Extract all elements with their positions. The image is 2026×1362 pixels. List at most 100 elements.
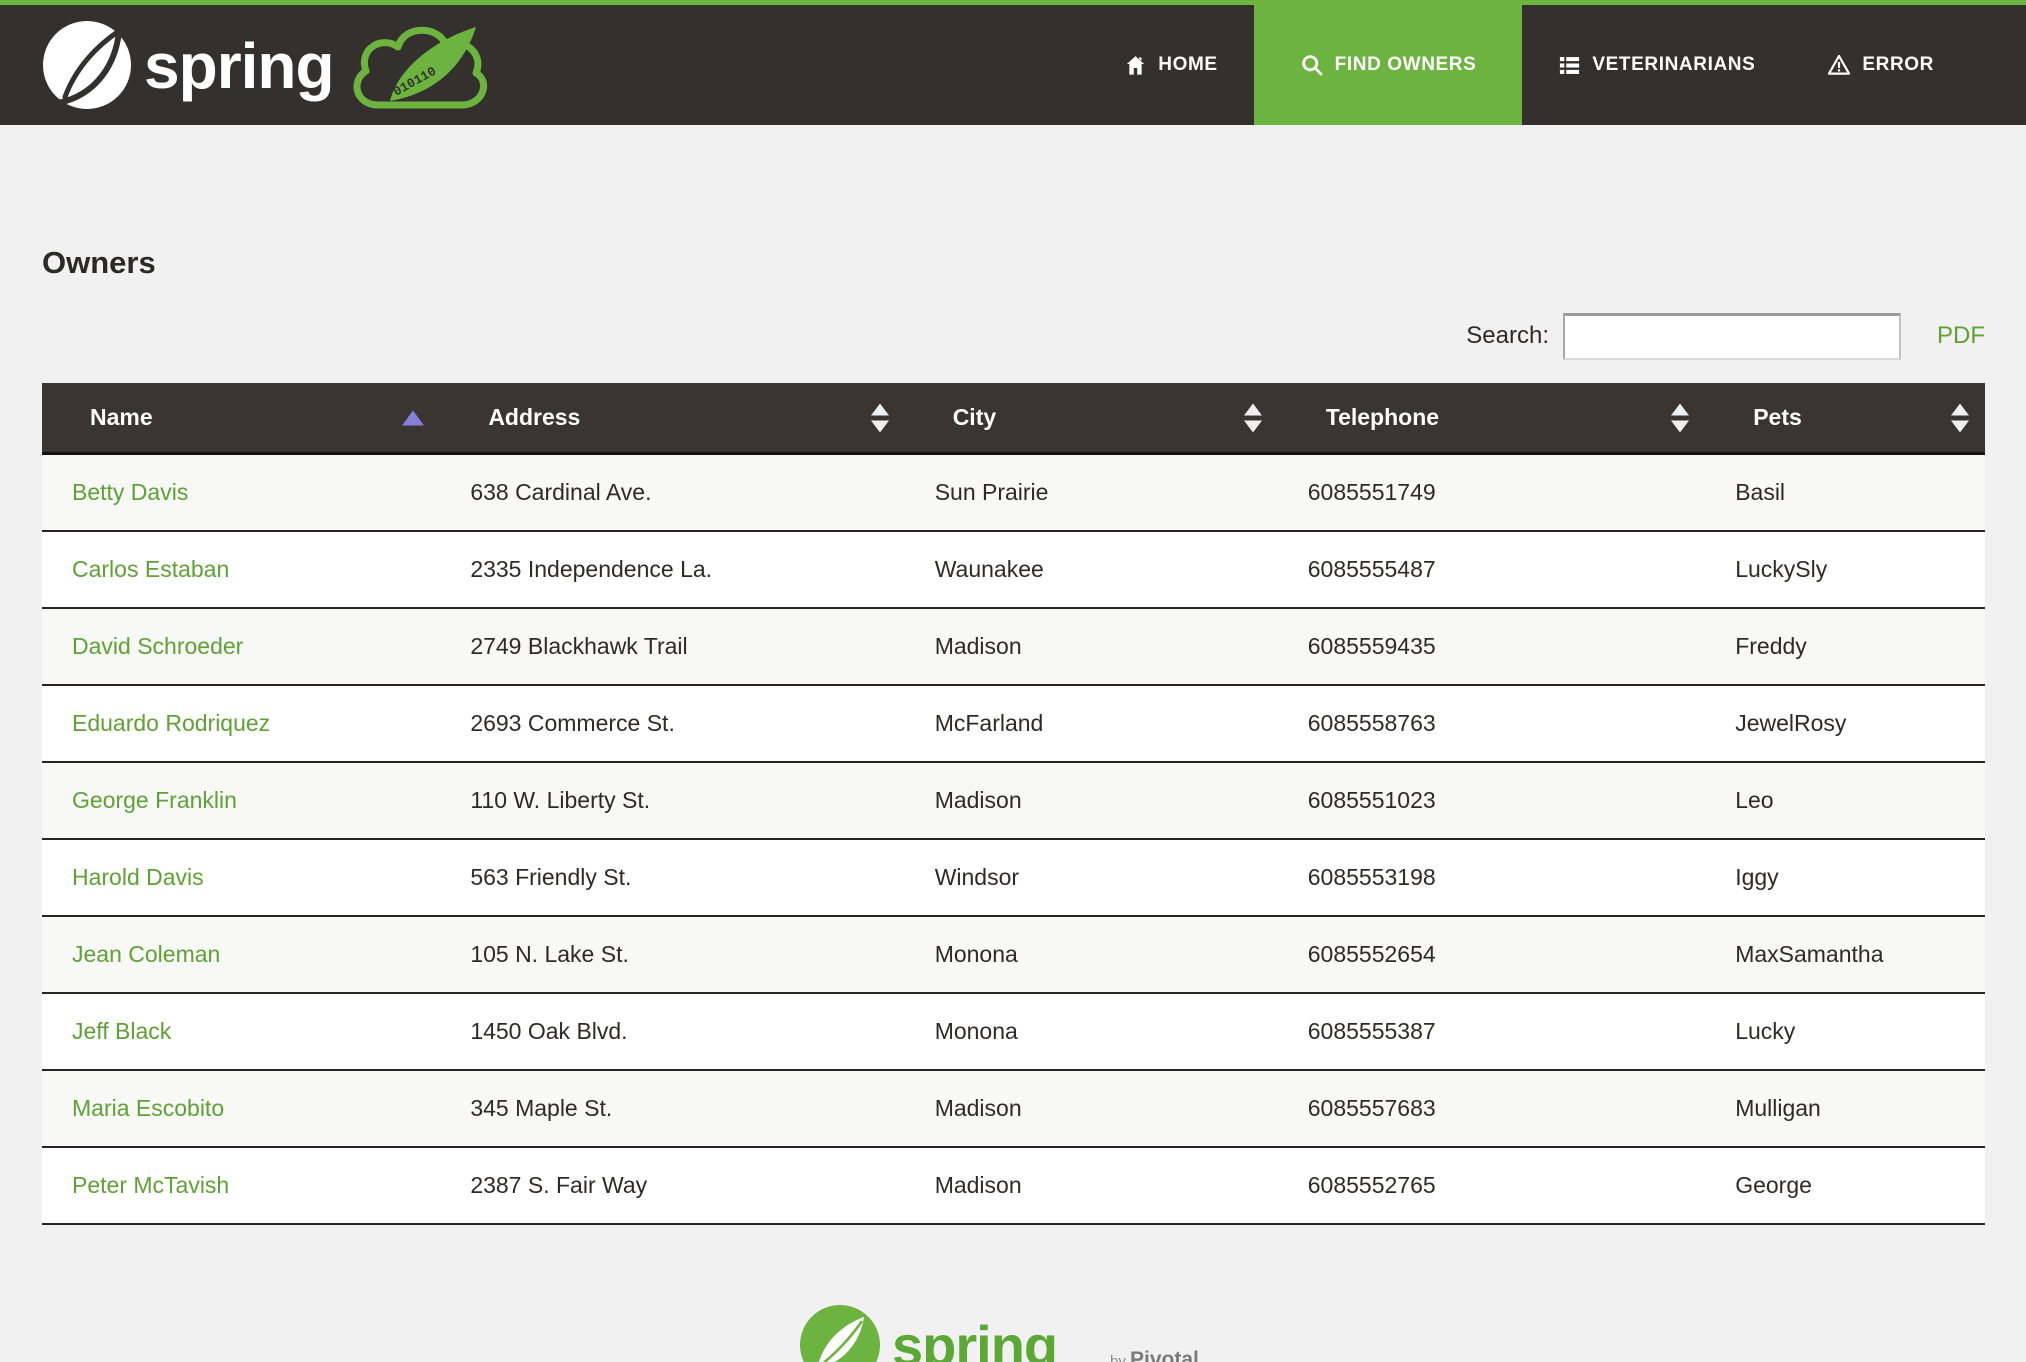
table-controls: Search: PDF xyxy=(42,312,1985,360)
telephone-cell: 6085552765 xyxy=(1278,1147,1705,1224)
owner-link[interactable]: Jean Coleman xyxy=(72,941,220,967)
city-cell: McFarland xyxy=(905,685,1278,762)
owners-table-body: Betty Davis638 Cardinal Ave.Sun Prairie6… xyxy=(42,454,1985,1225)
search-icon xyxy=(1300,53,1324,77)
column-header-name[interactable]: Name xyxy=(42,383,440,454)
pets-cell: Basil xyxy=(1705,454,1985,532)
city-cell: Waunakee xyxy=(905,531,1278,608)
table-row: David Schroeder 2749 Blackhawk TrailMadis… xyxy=(42,608,1985,685)
nav-item-label: HOME xyxy=(1158,54,1217,76)
telephone-cell: 6085559435 xyxy=(1278,608,1705,685)
nav-item-find-owners[interactable]: FIND OWNERS xyxy=(1254,5,1523,125)
owner-link[interactable]: Carlos Estaban xyxy=(72,556,229,582)
address-cell: 638 Cardinal Ave. xyxy=(440,454,904,532)
name-cell: Harold Davis xyxy=(42,839,440,916)
address-cell: 1450 Oak Blvd. xyxy=(440,993,904,1070)
name-cell: Peter McTavish xyxy=(42,1147,440,1224)
nav-item-label: FIND OWNERS xyxy=(1335,54,1477,76)
search-input[interactable] xyxy=(1563,313,1901,360)
address-cell: 2693 Commerce St. xyxy=(440,685,904,762)
telephone-cell: 6085555487 xyxy=(1278,531,1705,608)
owner-link[interactable]: Betty Davis xyxy=(72,479,188,505)
column-header-address[interactable]: Address xyxy=(440,383,904,454)
column-header-pets[interactable]: Pets xyxy=(1705,383,1985,454)
address-cell: 345 Maple St. xyxy=(440,1070,904,1147)
nav-item-label: ERROR xyxy=(1862,54,1934,76)
address-cell: 2387 S. Fair Way xyxy=(440,1147,904,1224)
owners-table: Name Address City Telephone Pets xyxy=(42,383,1985,1225)
name-cell: Jeff Black xyxy=(42,993,440,1070)
table-row: Harold Davis563 Friendly St.Windsor60855… xyxy=(42,839,1985,916)
owner-link[interactable]: Peter McTavish xyxy=(72,1172,229,1198)
nav-item-label: VETERINARIANS xyxy=(1592,54,1755,76)
pets-cell: Lucky xyxy=(1705,993,1985,1070)
name-cell: Maria Escobito xyxy=(42,1070,440,1147)
home-icon xyxy=(1124,54,1147,77)
spring-brand-logo-graphic: spring 010110 xyxy=(40,17,492,113)
table-row: Maria Escobito 345 Maple St.Madison608555… xyxy=(42,1070,1985,1147)
pets-cell: JewelRosy xyxy=(1705,685,1985,762)
pets-cell: Iggy xyxy=(1705,839,1985,916)
table-row: Peter McTavish 2387 S. Fair WayMadison608… xyxy=(42,1147,1985,1224)
pets-cell: Mulligan xyxy=(1705,1070,1985,1147)
owner-link[interactable]: Jeff Black xyxy=(72,1018,171,1044)
sort-both-icon xyxy=(1951,403,1969,432)
search-label: Search: xyxy=(1466,322,1549,350)
address-cell: 563 Friendly St. xyxy=(440,839,904,916)
city-cell: Madison xyxy=(905,1070,1278,1147)
pets-cell: George xyxy=(1705,1147,1985,1224)
telephone-cell: 6085555387 xyxy=(1278,993,1705,1070)
city-cell: Madison xyxy=(905,1147,1278,1224)
telephone-cell: 6085551749 xyxy=(1278,454,1705,532)
city-cell: Madison xyxy=(905,608,1278,685)
city-cell: Windsor xyxy=(905,839,1278,916)
column-header-telephone[interactable]: Telephone xyxy=(1278,383,1705,454)
nav-item-veterinarians[interactable]: VETERINARIANS xyxy=(1522,5,1791,125)
main-content: Owners Search: PDF Name Address City xyxy=(0,245,2026,1362)
table-header-row: Name Address City Telephone Pets xyxy=(42,383,1985,454)
owner-link[interactable]: Eduardo Rodriquez xyxy=(72,710,270,736)
spring-footer-logo: spring by Pivotal. xyxy=(798,1301,1230,1362)
telephone-cell: 6085557683 xyxy=(1278,1070,1705,1147)
name-cell: Jean Coleman xyxy=(42,916,440,993)
footer-byline-brand: Pivotal. xyxy=(1130,1348,1205,1362)
warning-icon xyxy=(1827,53,1851,77)
footer-byline-by: by xyxy=(1110,1353,1126,1362)
column-header-city[interactable]: City xyxy=(905,383,1278,454)
sort-both-icon xyxy=(1244,403,1262,432)
telephone-cell: 6085558763 xyxy=(1278,685,1705,762)
spring-logo[interactable]: spring 010110 xyxy=(40,17,492,113)
name-cell: George Franklin xyxy=(42,762,440,839)
page-title: Owners xyxy=(42,245,1985,281)
owner-link[interactable]: Maria Escobito xyxy=(72,1095,224,1121)
sort-both-icon xyxy=(871,403,889,432)
pets-cell: Leo xyxy=(1705,762,1985,839)
pets-cell: LuckySly xyxy=(1705,531,1985,608)
table-row: Betty Davis 638 Cardinal Ave.Sun Prairie6… xyxy=(42,454,1985,532)
table-row: Jean Coleman105 N. Lake St.Monona6085552… xyxy=(42,916,1985,993)
nav-menu: HOME FIND OWNERS VETERINARIANS ERROR xyxy=(1088,5,1970,125)
name-cell: Betty Davis xyxy=(42,454,440,532)
table-row: George Franklin110 W. Liberty St.Madison… xyxy=(42,762,1985,839)
list-icon xyxy=(1558,54,1581,77)
nav-item-error[interactable]: ERROR xyxy=(1791,5,1970,125)
pets-cell: Freddy xyxy=(1705,608,1985,685)
pdf-link[interactable]: PDF xyxy=(1937,322,1985,350)
owner-link[interactable]: George Franklin xyxy=(72,787,237,813)
telephone-cell: 6085552654 xyxy=(1278,916,1705,993)
nav-item-home[interactable]: HOME xyxy=(1088,5,1253,125)
owner-link[interactable]: David Schroeder xyxy=(72,633,243,659)
city-cell: Madison xyxy=(905,762,1278,839)
city-cell: Monona xyxy=(905,993,1278,1070)
navbar: spring 010110 HOME FIND OWNERS VET xyxy=(0,5,2026,125)
footer: spring by Pivotal. xyxy=(42,1301,1985,1362)
name-cell: Carlos Estaban xyxy=(42,531,440,608)
sort-both-icon xyxy=(1671,403,1689,432)
address-cell: 2749 Blackhawk Trail xyxy=(440,608,904,685)
owner-link[interactable]: Harold Davis xyxy=(72,864,204,890)
city-cell: Sun Prairie xyxy=(905,454,1278,532)
telephone-cell: 6085551023 xyxy=(1278,762,1705,839)
name-cell: David Schroeder xyxy=(42,608,440,685)
brand-text: spring xyxy=(144,30,334,102)
table-row: Jeff Black 1450 Oak Blvd.Monona6085555387… xyxy=(42,993,1985,1070)
